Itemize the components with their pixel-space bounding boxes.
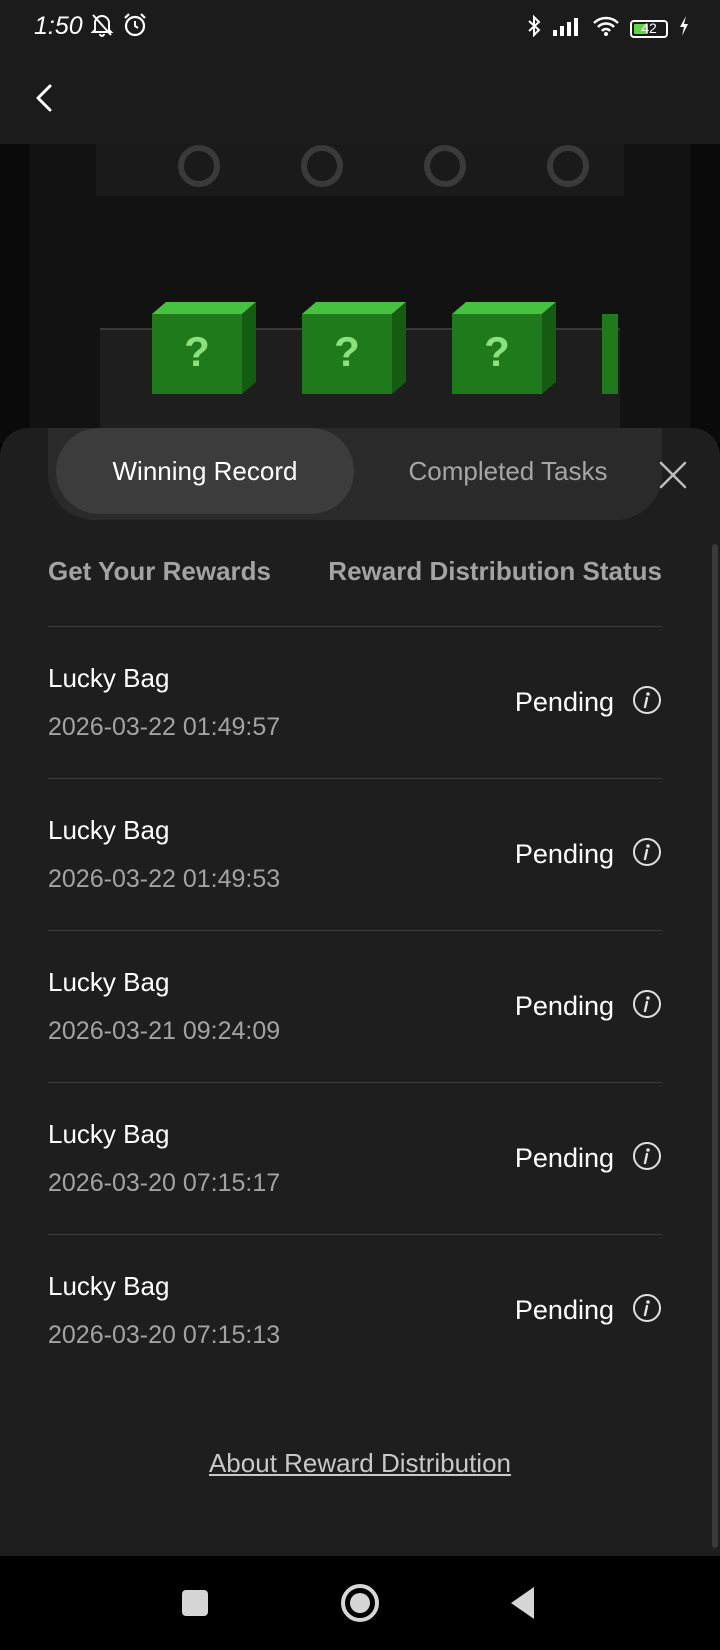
list-item: Lucky Bag 2026-03-22 01:49:53 Pending	[48, 779, 662, 931]
record-status: Pending	[514, 991, 614, 1021]
signal-icon	[552, 16, 582, 41]
record-title: Lucky Bag	[48, 967, 170, 997]
about-reward-distribution-link[interactable]: About Reward Distribution	[0, 1448, 720, 1479]
info-icon[interactable]	[632, 1141, 662, 1171]
record-status: Pending	[514, 687, 614, 717]
top-nav	[0, 54, 720, 144]
info-icon[interactable]	[632, 1293, 662, 1323]
record-status: Pending	[514, 839, 614, 869]
info-icon[interactable]	[632, 989, 662, 1019]
record-time: 2026-03-20 07:15:13	[48, 1321, 281, 1349]
status-time: 1:50	[34, 12, 83, 40]
svg-text:?: ?	[484, 328, 510, 375]
bell-off-icon	[90, 12, 114, 43]
scrollbar[interactable]	[712, 544, 718, 1548]
record-list: Lucky Bag 2026-03-22 01:49:57 Pending Lu…	[48, 627, 662, 1386]
record-title: Lucky Bag	[48, 663, 170, 693]
record-title: Lucky Bag	[48, 1271, 170, 1301]
column-headers: Get Your Rewards Reward Distribution Sta…	[48, 556, 662, 587]
battery-level: 42	[641, 19, 657, 36]
bluetooth-icon	[526, 14, 542, 43]
charging-icon	[678, 15, 690, 42]
home-icon[interactable]	[335, 1578, 385, 1628]
record-time: 2026-03-20 07:15:17	[48, 1169, 281, 1197]
back-icon[interactable]	[500, 1578, 550, 1628]
list-item: Lucky Bag 2026-03-21 09:24:09 Pending	[48, 931, 662, 1083]
list-item: Lucky Bag 2026-03-20 07:15:13 Pending	[48, 1235, 662, 1386]
column-header-status: Reward Distribution Status	[328, 556, 662, 586]
list-item: Lucky Bag 2026-03-22 01:49:57 Pending	[48, 627, 662, 779]
wifi-icon	[592, 15, 620, 42]
record-title: Lucky Bag	[48, 1119, 170, 1149]
svg-text:?: ?	[334, 328, 360, 375]
record-time: 2026-03-22 01:49:53	[48, 865, 281, 893]
mystery-box-icon: ?	[152, 302, 256, 394]
record-time: 2026-03-21 09:24:09	[48, 1017, 281, 1045]
back-arrow-icon[interactable]	[26, 78, 66, 118]
info-icon[interactable]	[632, 685, 662, 715]
svg-text:?: ?	[184, 328, 210, 375]
column-header-rewards: Get Your Rewards	[48, 556, 271, 586]
list-item: Lucky Bag 2026-03-20 07:15:17 Pending	[48, 1083, 662, 1235]
alarm-icon	[122, 12, 148, 43]
tab-completed-tasks[interactable]: Completed Tasks	[368, 428, 648, 514]
close-icon[interactable]	[656, 458, 690, 492]
record-status: Pending	[514, 1143, 614, 1173]
info-icon[interactable]	[632, 837, 662, 867]
winning-record-sheet: Winning Record Completed Tasks Get Your …	[0, 428, 720, 1556]
tab-bar: Winning Record Completed Tasks	[48, 428, 662, 520]
recents-icon[interactable]	[170, 1578, 220, 1628]
record-time: 2026-03-22 01:49:57	[48, 713, 281, 741]
record-status: Pending	[514, 1295, 614, 1325]
battery-icon: 42	[630, 19, 668, 38]
record-title: Lucky Bag	[48, 815, 170, 845]
status-bar: 1:50 42	[0, 0, 720, 54]
mystery-box-banner: ? ? ?	[0, 144, 720, 444]
system-nav-bar	[0, 1556, 720, 1650]
tab-winning-record[interactable]: Winning Record	[56, 428, 354, 514]
